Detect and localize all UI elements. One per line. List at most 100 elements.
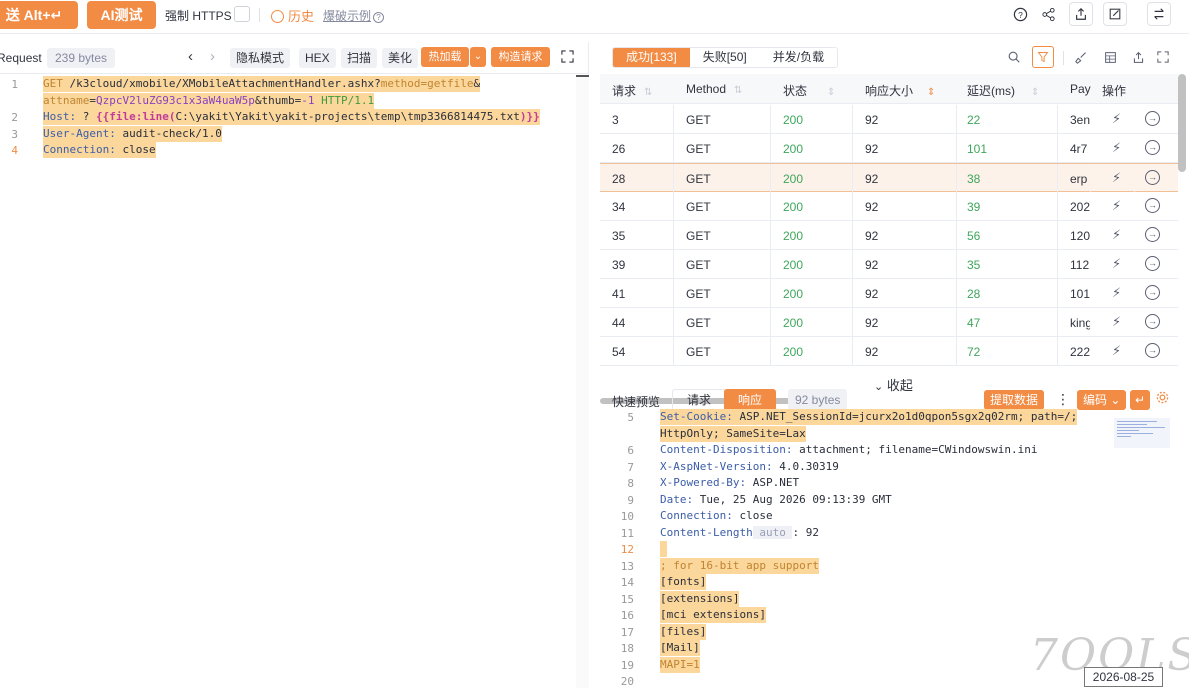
back-icon[interactable]: ‹	[188, 48, 193, 65]
arrow-right-circle-icon[interactable]: →	[1145, 140, 1160, 155]
preview-tab-response[interactable]: 响应	[724, 389, 777, 411]
column-divider	[1057, 279, 1058, 308]
encoding-button[interactable]: 编码 ⌄	[1077, 390, 1127, 410]
col-size[interactable]: 响应大小 ⇕	[865, 82, 935, 99]
table-row[interactable]: 26 GET 200 92 101 4r7 ⚡ →	[600, 134, 1178, 163]
cell-size: 92	[865, 229, 879, 243]
send-button[interactable]: 送 Alt+↵	[0, 1, 78, 29]
lightning-icon[interactable]: ⚡	[1112, 227, 1121, 243]
arrow-right-circle-icon[interactable]: →	[1145, 170, 1160, 185]
line-number: 16	[620, 609, 634, 622]
build-request-button[interactable]: 构造请求	[491, 47, 550, 67]
table-row[interactable]: 41 GET 200 92 28 101 ⚡ →	[600, 279, 1178, 308]
sort-icon[interactable]: ⇕	[1031, 87, 1039, 98]
hot-load-dropdown[interactable]: ⌄	[470, 47, 486, 67]
code-token: {{	[96, 110, 110, 123]
sort-icon[interactable]: ⇅	[734, 85, 742, 96]
lightning-icon[interactable]: ⚡	[1112, 285, 1121, 301]
beautify-button[interactable]: 美化	[382, 48, 419, 68]
export-results-icon[interactable]	[1127, 46, 1149, 68]
lightning-icon[interactable]: ⚡	[1112, 314, 1121, 330]
actions-cell	[1090, 337, 1178, 365]
line-number: 19	[620, 658, 634, 672]
arrow-right-circle-icon[interactable]: →	[1145, 111, 1160, 126]
fullscreen-icon[interactable]	[1152, 46, 1174, 68]
minimap[interactable]	[1114, 418, 1170, 448]
code-token: [extensions]	[660, 591, 740, 605]
table-row[interactable]: 54 GET 200 92 72 222 ⚡ →	[600, 337, 1178, 366]
tab-failed[interactable]: 失败[50]	[689, 48, 760, 67]
arrow-right-circle-icon[interactable]: →	[1145, 285, 1160, 300]
col-request[interactable]: 请求 ⇅	[612, 82, 652, 99]
switch-icon[interactable]	[1147, 2, 1171, 26]
arrow-right-circle-icon[interactable]: →	[1145, 256, 1160, 271]
col-method[interactable]: Method ⇅	[686, 82, 742, 96]
col-status[interactable]: 状态 ⇕	[783, 82, 835, 99]
table-row[interactable]: 3 GET 200 92 22 3en ⚡ →	[600, 105, 1178, 134]
help-icon[interactable]: ?	[1008, 2, 1032, 26]
hot-load-button[interactable]: 热加载	[421, 47, 469, 67]
request-editor[interactable]: 1 GET /k3cloud/xmobile/XMobileAttachmentH…	[0, 75, 576, 688]
code-line: User-Agent: audit-check/1.0	[43, 125, 222, 142]
cell-method: GET	[686, 142, 711, 156]
more-icon[interactable]: ⋮	[1056, 391, 1070, 408]
example-link[interactable]: 爆破示例?	[323, 7, 385, 24]
actions-cell	[1090, 279, 1178, 307]
lightning-icon[interactable]: ⚡	[1112, 140, 1121, 156]
code-token: [files]	[660, 624, 707, 638]
table-row[interactable]: 28 GET 200 92 38 erp ⚡ →	[600, 163, 1178, 193]
export-icon[interactable]	[1069, 2, 1093, 26]
hex-button[interactable]: HEX	[299, 48, 336, 68]
lightning-icon[interactable]: ⚡	[1112, 170, 1121, 186]
column-divider	[852, 192, 853, 221]
filter-icon[interactable]	[1032, 46, 1054, 68]
wrap-icon[interactable]: ↵	[1130, 390, 1151, 410]
force-https-checkbox[interactable]	[234, 6, 250, 22]
edit-icon[interactable]	[1103, 2, 1127, 26]
col-delay[interactable]: 延迟(ms) ⇕	[967, 82, 1039, 99]
sort-icon[interactable]: ⇅	[644, 87, 652, 98]
arrow-right-circle-icon[interactable]: →	[1145, 343, 1160, 358]
table-row[interactable]: 39 GET 200 92 35 112 ⚡ →	[600, 250, 1178, 279]
search-icon[interactable]	[1003, 46, 1025, 68]
table-row[interactable]: 44 GET 200 92 47 king ⚡ →	[600, 308, 1178, 337]
sort-icon[interactable]: ⇕	[927, 87, 935, 98]
table-row[interactable]: 35 GET 200 92 56 120 ⚡ →	[600, 221, 1178, 250]
lightning-icon[interactable]: ⚡	[1112, 198, 1121, 214]
sort-icon[interactable]: ⇕	[827, 87, 835, 98]
settings-icon[interactable]	[1155, 390, 1170, 408]
code-token: Tue, 25 Aug 2026 09:13:39 GMT	[693, 492, 892, 506]
col-payload[interactable]: Pay	[1070, 82, 1091, 96]
forward-icon[interactable]: ›	[210, 48, 215, 65]
lightning-icon[interactable]: ⚡	[1112, 256, 1121, 272]
privacy-mode-button[interactable]: 隐私模式	[230, 48, 291, 68]
preview-tab-request[interactable]: 请求	[672, 389, 727, 411]
broom-icon[interactable]	[1070, 46, 1092, 68]
column-divider	[673, 337, 674, 366]
cell-method: GET	[686, 200, 711, 214]
arrow-right-circle-icon[interactable]: →	[1145, 227, 1160, 242]
fullscreen-icon[interactable]	[561, 50, 574, 66]
code-token: 4.0.30319	[772, 459, 839, 473]
lightning-icon[interactable]: ⚡	[1112, 343, 1121, 359]
lightning-icon[interactable]: ⚡	[1112, 111, 1121, 127]
scan-button[interactable]: 扫描	[341, 48, 378, 68]
history-button[interactable]: 历史	[271, 6, 314, 25]
share-icon[interactable]	[1036, 2, 1060, 26]
scroll-thumb[interactable]	[576, 75, 589, 135]
table-scrollbar[interactable]	[1178, 74, 1186, 172]
request-scrollbar[interactable]	[576, 75, 589, 688]
top-toolbar: 送 Alt+↵ AI测试 强制 HTTPS 历史 爆破示例? ?	[0, 0, 1189, 34]
tab-success[interactable]: 成功[133]	[613, 48, 690, 67]
ai-test-button[interactable]: AI测试	[87, 1, 156, 29]
table-settings-icon[interactable]	[1099, 46, 1121, 68]
code-token: audit-check/1.0	[115, 126, 222, 140]
cell-payload: 101	[1070, 287, 1091, 301]
tab-concurrency[interactable]: 并发/负载	[759, 48, 838, 67]
arrow-right-circle-icon[interactable]: →	[1145, 314, 1160, 329]
extract-data-button[interactable]: 提取数据	[984, 390, 1045, 410]
cell-status: 200	[783, 200, 804, 214]
column-divider	[852, 279, 853, 308]
table-row[interactable]: 34 GET 200 92 39 202 ⚡ →	[600, 192, 1178, 221]
arrow-right-circle-icon[interactable]: →	[1145, 198, 1160, 213]
